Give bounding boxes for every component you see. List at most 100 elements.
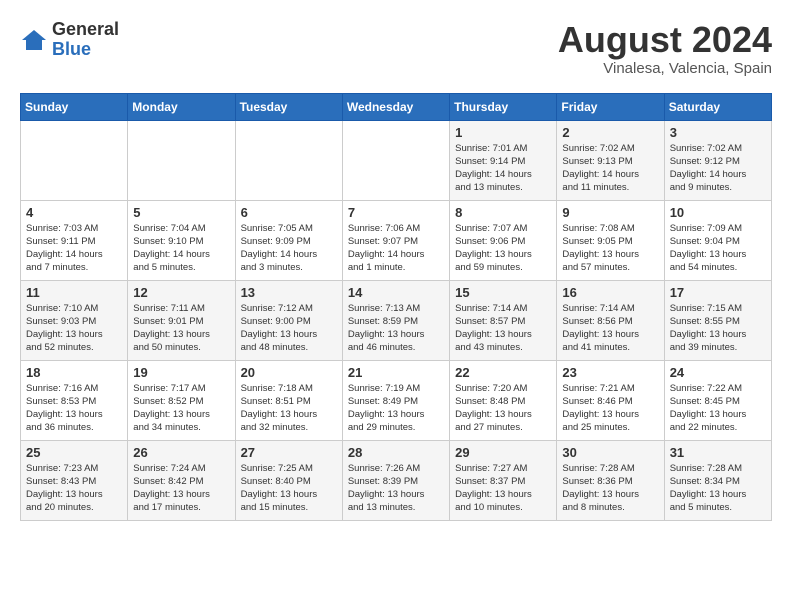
day-info: Sunrise: 7:17 AM Sunset: 8:52 PM Dayligh… xyxy=(133,382,229,435)
day-number: 12 xyxy=(133,285,229,300)
calendar-cell xyxy=(128,120,235,200)
day-number: 27 xyxy=(241,445,337,460)
day-number: 22 xyxy=(455,365,551,380)
calendar-cell: 9 Sunrise: 7:08 AM Sunset: 9:05 PM Daylig… xyxy=(557,200,664,280)
location-subtitle: Vinalesa, Valencia, Spain xyxy=(558,60,772,77)
day-number: 15 xyxy=(455,285,551,300)
logo-blue-text: Blue xyxy=(52,40,119,60)
calendar-cell xyxy=(21,120,128,200)
day-info: Sunrise: 7:07 AM Sunset: 9:06 PM Dayligh… xyxy=(455,222,551,275)
day-info: Sunrise: 7:24 AM Sunset: 8:42 PM Dayligh… xyxy=(133,462,229,515)
calendar-week-5: 25 Sunrise: 7:23 AM Sunset: 8:43 PM Dayli… xyxy=(21,440,772,520)
day-number: 26 xyxy=(133,445,229,460)
day-info: Sunrise: 7:06 AM Sunset: 9:07 PM Dayligh… xyxy=(348,222,444,275)
day-number: 13 xyxy=(241,285,337,300)
day-number: 16 xyxy=(562,285,658,300)
calendar-cell: 27 Sunrise: 7:25 AM Sunset: 8:40 PM Dayli… xyxy=(235,440,342,520)
calendar-cell: 1 Sunrise: 7:01 AM Sunset: 9:14 PM Daylig… xyxy=(450,120,557,200)
weekday-header-tuesday: Tuesday xyxy=(235,93,342,120)
month-year-title: August 2024 xyxy=(558,20,772,60)
day-info: Sunrise: 7:03 AM Sunset: 9:11 PM Dayligh… xyxy=(26,222,122,275)
day-number: 4 xyxy=(26,205,122,220)
day-info: Sunrise: 7:21 AM Sunset: 8:46 PM Dayligh… xyxy=(562,382,658,435)
day-info: Sunrise: 7:18 AM Sunset: 8:51 PM Dayligh… xyxy=(241,382,337,435)
day-info: Sunrise: 7:25 AM Sunset: 8:40 PM Dayligh… xyxy=(241,462,337,515)
day-number: 7 xyxy=(348,205,444,220)
calendar-cell: 24 Sunrise: 7:22 AM Sunset: 8:45 PM Dayli… xyxy=(664,360,771,440)
day-info: Sunrise: 7:02 AM Sunset: 9:12 PM Dayligh… xyxy=(670,142,766,195)
day-info: Sunrise: 7:08 AM Sunset: 9:05 PM Dayligh… xyxy=(562,222,658,275)
day-info: Sunrise: 7:26 AM Sunset: 8:39 PM Dayligh… xyxy=(348,462,444,515)
day-info: Sunrise: 7:04 AM Sunset: 9:10 PM Dayligh… xyxy=(133,222,229,275)
day-info: Sunrise: 7:13 AM Sunset: 8:59 PM Dayligh… xyxy=(348,302,444,355)
calendar-cell: 18 Sunrise: 7:16 AM Sunset: 8:53 PM Dayli… xyxy=(21,360,128,440)
calendar-cell: 3Sunrise: 7:02 AM Sunset: 9:12 PM Daylig… xyxy=(664,120,771,200)
logo-general-text: General xyxy=(52,20,119,40)
calendar-cell: 11Sunrise: 7:10 AM Sunset: 9:03 PM Dayli… xyxy=(21,280,128,360)
day-info: Sunrise: 7:15 AM Sunset: 8:55 PM Dayligh… xyxy=(670,302,766,355)
day-number: 25 xyxy=(26,445,122,460)
day-number: 11 xyxy=(26,285,122,300)
day-number: 9 xyxy=(562,205,658,220)
calendar-cell: 7 Sunrise: 7:06 AM Sunset: 9:07 PM Daylig… xyxy=(342,200,449,280)
calendar-cell: 10 Sunrise: 7:09 AM Sunset: 9:04 PM Dayli… xyxy=(664,200,771,280)
page-header: General Blue August 2024 Vinalesa, Valen… xyxy=(20,20,772,77)
calendar-cell: 31 Sunrise: 7:28 AM Sunset: 8:34 PM Dayli… xyxy=(664,440,771,520)
day-info: Sunrise: 7:20 AM Sunset: 8:48 PM Dayligh… xyxy=(455,382,551,435)
day-number: 18 xyxy=(26,365,122,380)
day-number: 24 xyxy=(670,365,766,380)
day-number: 19 xyxy=(133,365,229,380)
weekday-header-sunday: Sunday xyxy=(21,93,128,120)
day-info: Sunrise: 7:12 AM Sunset: 9:00 PM Dayligh… xyxy=(241,302,337,355)
day-info: Sunrise: 7:23 AM Sunset: 8:43 PM Dayligh… xyxy=(26,462,122,515)
day-number: 31 xyxy=(670,445,766,460)
day-info: Sunrise: 7:27 AM Sunset: 8:37 PM Dayligh… xyxy=(455,462,551,515)
day-number: 30 xyxy=(562,445,658,460)
day-number: 17 xyxy=(670,285,766,300)
logo-icon xyxy=(20,26,48,54)
calendar-cell: 23 Sunrise: 7:21 AM Sunset: 8:46 PM Dayli… xyxy=(557,360,664,440)
day-number: 6 xyxy=(241,205,337,220)
calendar-cell: 30 Sunrise: 7:28 AM Sunset: 8:36 PM Dayli… xyxy=(557,440,664,520)
weekday-header-monday: Monday xyxy=(128,93,235,120)
calendar-table: SundayMondayTuesdayWednesdayThursdayFrid… xyxy=(20,93,772,521)
calendar-week-1: 1 Sunrise: 7:01 AM Sunset: 9:14 PM Daylig… xyxy=(21,120,772,200)
calendar-header: SundayMondayTuesdayWednesdayThursdayFrid… xyxy=(21,93,772,120)
calendar-cell: 8 Sunrise: 7:07 AM Sunset: 9:06 PM Daylig… xyxy=(450,200,557,280)
day-number: 23 xyxy=(562,365,658,380)
day-info: Sunrise: 7:14 AM Sunset: 8:56 PM Dayligh… xyxy=(562,302,658,355)
day-number: 8 xyxy=(455,205,551,220)
calendar-cell: 25 Sunrise: 7:23 AM Sunset: 8:43 PM Dayli… xyxy=(21,440,128,520)
day-info: Sunrise: 7:01 AM Sunset: 9:14 PM Dayligh… xyxy=(455,142,551,195)
weekday-header-friday: Friday xyxy=(557,93,664,120)
calendar-cell: 20Sunrise: 7:18 AM Sunset: 8:51 PM Dayli… xyxy=(235,360,342,440)
calendar-week-3: 11Sunrise: 7:10 AM Sunset: 9:03 PM Dayli… xyxy=(21,280,772,360)
calendar-week-4: 18 Sunrise: 7:16 AM Sunset: 8:53 PM Dayli… xyxy=(21,360,772,440)
calendar-cell: 22 Sunrise: 7:20 AM Sunset: 8:48 PM Dayli… xyxy=(450,360,557,440)
day-info: Sunrise: 7:28 AM Sunset: 8:36 PM Dayligh… xyxy=(562,462,658,515)
weekday-row: SundayMondayTuesdayWednesdayThursdayFrid… xyxy=(21,93,772,120)
calendar-cell: 19 Sunrise: 7:17 AM Sunset: 8:52 PM Dayli… xyxy=(128,360,235,440)
day-number: 2 xyxy=(562,125,658,140)
calendar-cell: 28Sunrise: 7:26 AM Sunset: 8:39 PM Dayli… xyxy=(342,440,449,520)
day-info: Sunrise: 7:19 AM Sunset: 8:49 PM Dayligh… xyxy=(348,382,444,435)
calendar-cell: 13 Sunrise: 7:12 AM Sunset: 9:00 PM Dayli… xyxy=(235,280,342,360)
calendar-cell: 6 Sunrise: 7:05 AM Sunset: 9:09 PM Daylig… xyxy=(235,200,342,280)
day-info: Sunrise: 7:22 AM Sunset: 8:45 PM Dayligh… xyxy=(670,382,766,435)
calendar-cell xyxy=(342,120,449,200)
weekday-header-saturday: Saturday xyxy=(664,93,771,120)
day-info: Sunrise: 7:09 AM Sunset: 9:04 PM Dayligh… xyxy=(670,222,766,275)
day-info: Sunrise: 7:28 AM Sunset: 8:34 PM Dayligh… xyxy=(670,462,766,515)
weekday-header-thursday: Thursday xyxy=(450,93,557,120)
day-info: Sunrise: 7:14 AM Sunset: 8:57 PM Dayligh… xyxy=(455,302,551,355)
calendar-cell: 2Sunrise: 7:02 AM Sunset: 9:13 PM Daylig… xyxy=(557,120,664,200)
calendar-cell: 21Sunrise: 7:19 AM Sunset: 8:49 PM Dayli… xyxy=(342,360,449,440)
calendar-cell: 15 Sunrise: 7:14 AM Sunset: 8:57 PM Dayli… xyxy=(450,280,557,360)
day-number: 10 xyxy=(670,205,766,220)
day-info: Sunrise: 7:16 AM Sunset: 8:53 PM Dayligh… xyxy=(26,382,122,435)
day-number: 1 xyxy=(455,125,551,140)
calendar-cell: 4 Sunrise: 7:03 AM Sunset: 9:11 PM Daylig… xyxy=(21,200,128,280)
title-block: August 2024 Vinalesa, Valencia, Spain xyxy=(558,20,772,77)
calendar-cell xyxy=(235,120,342,200)
day-info: Sunrise: 7:05 AM Sunset: 9:09 PM Dayligh… xyxy=(241,222,337,275)
